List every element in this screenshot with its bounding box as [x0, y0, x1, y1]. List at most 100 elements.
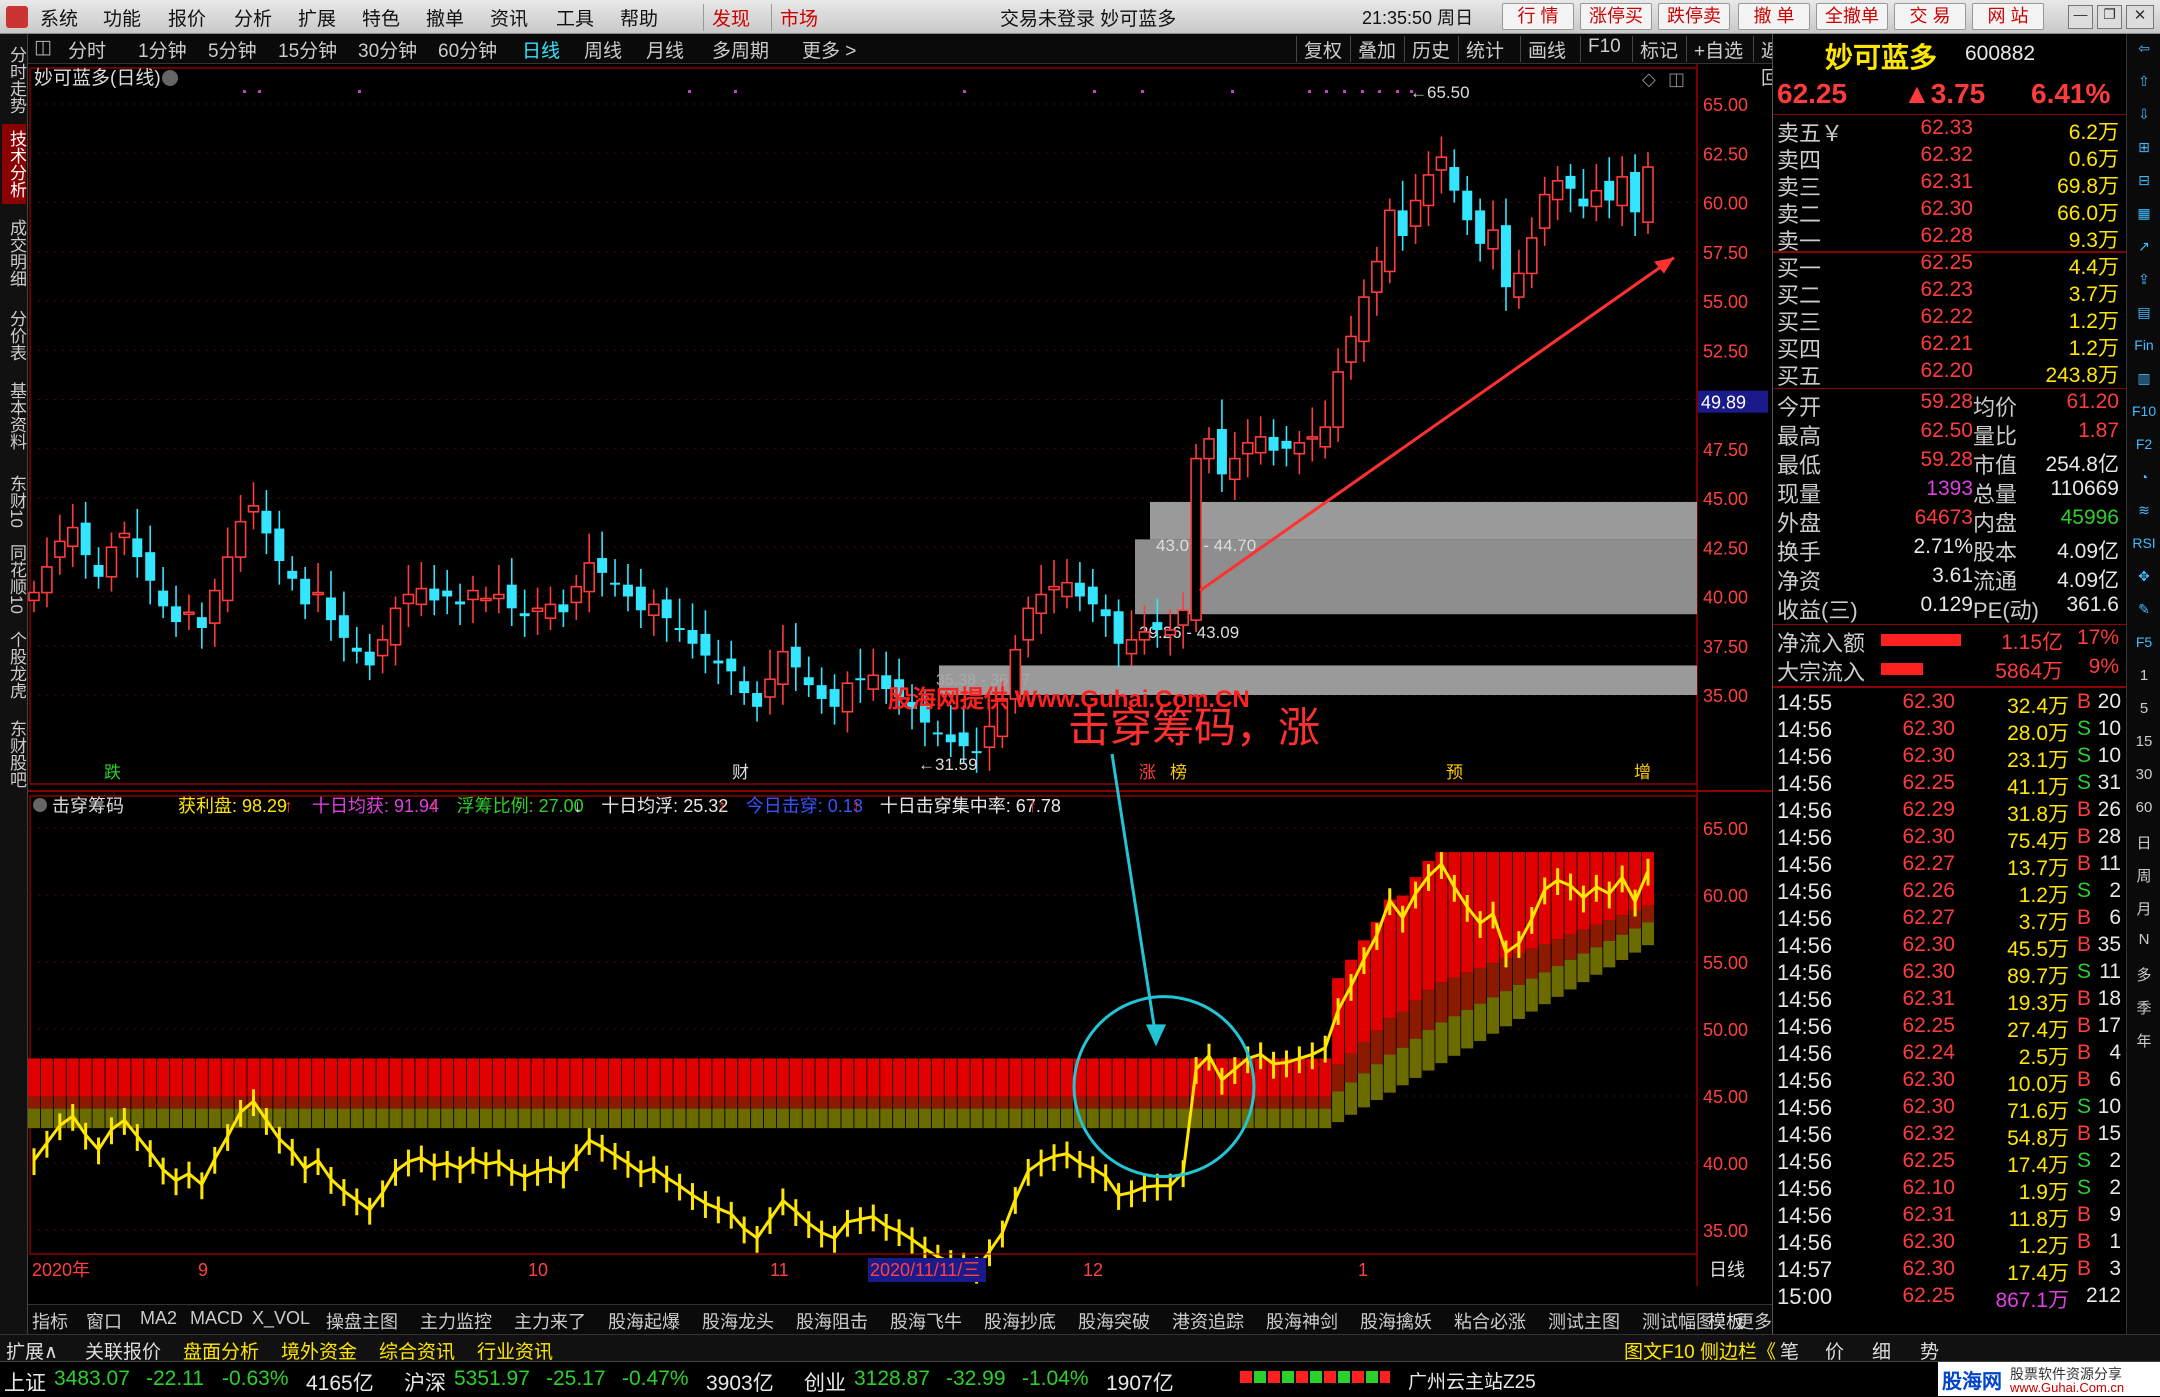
indicator-tab[interactable]: 股海抄底 [984, 1308, 1056, 1334]
side-tool-icon[interactable]: 5 [2132, 700, 2156, 724]
indicator-tab[interactable]: 股海龙头 [702, 1308, 774, 1334]
menu-item[interactable]: 功能 [103, 4, 141, 31]
indicator-tab[interactable]: 股海擒妖 [1360, 1308, 1432, 1334]
status-right-tab[interactable]: 细 [1872, 1337, 1891, 1364]
side-tool-icon[interactable]: ▥ [2132, 370, 2156, 394]
side-tool-icon[interactable]: N [2132, 931, 2156, 955]
trade-button[interactable]: 全撤单 [1816, 3, 1888, 30]
status-tab[interactable]: 行业资讯 [477, 1337, 553, 1364]
index-name[interactable]: 上证 [4, 1367, 46, 1397]
event-marker[interactable]: 预 [1446, 763, 1463, 782]
left-nav-tab[interactable]: 东财10 [2, 466, 26, 536]
tool-button[interactable]: 标记 [1640, 36, 1678, 63]
indicator-tab[interactable]: 主力监控 [420, 1308, 492, 1334]
event-marker[interactable]: 增 [1634, 763, 1651, 782]
side-tool-icon[interactable]: ⇩ [2132, 106, 2156, 130]
menu-item[interactable]: 特色 [362, 4, 400, 31]
left-nav-tab[interactable]: 分价表 [2, 304, 26, 366]
left-nav-tab[interactable]: 基本资料 [2, 374, 26, 458]
side-tool-icon[interactable]: ◔ [2132, 469, 2156, 493]
menu-item[interactable]: 报价 [168, 4, 206, 31]
indicator-tab[interactable]: 操盘主图 [326, 1308, 398, 1334]
trade-button[interactable]: 网 站 [1972, 3, 2044, 30]
side-tool-icon[interactable]: 月 [2132, 898, 2156, 922]
index-name[interactable]: 创业 [804, 1367, 846, 1397]
event-marker[interactable]: 财 [732, 763, 749, 782]
left-nav-tab[interactable]: 东财股吧 [2, 714, 26, 794]
indicator-tab[interactable]: 股海飞牛 [890, 1308, 962, 1334]
menu-item[interactable]: 分析 [234, 4, 272, 31]
side-tool-icon[interactable]: ✎ [2132, 601, 2156, 625]
minimize-button[interactable]: — [2068, 5, 2093, 29]
side-tool-icon[interactable]: F10 [2132, 403, 2156, 427]
side-tool-icon[interactable]: ⊟ [2132, 172, 2156, 196]
side-tool-icon[interactable]: ✥ [2132, 568, 2156, 592]
tool-button[interactable]: F10 [1588, 36, 1621, 58]
side-tool-icon[interactable]: F5 [2132, 634, 2156, 658]
indicator-tab[interactable]: 测试幅图 [1642, 1308, 1714, 1334]
indicator-tab[interactable]: 窗口 [86, 1308, 122, 1334]
event-marker[interactable]: 涨 [1139, 763, 1156, 782]
period-tab[interactable]: 5分钟 [208, 36, 257, 63]
indicator-settings-icon[interactable] [33, 798, 47, 812]
period-tab[interactable]: 多周期 [712, 36, 769, 63]
tool-button[interactable]: 统计 [1466, 36, 1504, 63]
indicator-tab[interactable]: 指标 [32, 1308, 68, 1334]
restore-button[interactable]: ❐ [2097, 5, 2122, 29]
indicator-tab[interactable]: 主力来了 [514, 1308, 586, 1334]
template-button[interactable]: 模板 [1708, 1308, 1744, 1334]
menu-item[interactable]: 资讯 [490, 4, 528, 31]
side-tool-icon[interactable]: ⊞ [2132, 139, 2156, 163]
period-tab[interactable]: 15分钟 [278, 36, 337, 63]
chart-maximize-icon[interactable]: ◫ [1668, 69, 1685, 89]
menu-item[interactable]: 扩展 [298, 4, 336, 31]
status-right-tab[interactable]: 图文F10 [1624, 1337, 1695, 1364]
trade-button[interactable]: 涨停买 [1580, 3, 1652, 30]
status-right-tab[interactable]: 笔 [1780, 1337, 1799, 1364]
indicator-tab[interactable]: 股海起爆 [608, 1308, 680, 1334]
side-tool-icon[interactable]: ⇧ [2132, 73, 2156, 97]
period-tab[interactable]: 30分钟 [358, 36, 417, 63]
side-tool-icon[interactable]: ≋ [2132, 502, 2156, 526]
tool-button[interactable]: +自选 [1694, 36, 1743, 63]
menu-item-highlight[interactable]: 发现 [703, 4, 750, 31]
period-tab[interactable]: 1分钟 [138, 36, 187, 63]
left-nav-tab[interactable]: 个股龙虎 [2, 624, 26, 706]
side-tool-icon[interactable]: 30 [2132, 766, 2156, 790]
tool-button[interactable]: 画线 [1528, 36, 1566, 63]
trade-button[interactable]: 撤 单 [1738, 3, 1810, 30]
menu-item[interactable]: 撤单 [426, 4, 464, 31]
status-tab[interactable]: 扩展∧ [6, 1337, 58, 1364]
indicator-tab[interactable]: 股海突破 [1078, 1308, 1150, 1334]
side-tool-icon[interactable]: 季 [2132, 997, 2156, 1021]
side-tool-icon[interactable]: 60 [2132, 799, 2156, 823]
status-right-tab[interactable]: 侧边栏《 [1700, 1337, 1776, 1364]
index-name[interactable]: 沪深 [404, 1367, 446, 1397]
period-tab[interactable]: 分时 [68, 36, 106, 63]
status-right-tab[interactable]: 势 [1920, 1337, 1939, 1364]
indicator-tab[interactable]: 港资追踪 [1172, 1308, 1244, 1334]
chart-option-icon[interactable]: ◇ [1642, 69, 1656, 89]
trade-button[interactable]: 行 情 [1502, 3, 1574, 30]
tool-button[interactable]: 历史 [1412, 36, 1450, 63]
side-tool-icon[interactable]: 年 [2132, 1030, 2156, 1054]
left-nav-tab[interactable]: 技术分析 [2, 124, 26, 204]
indicator-tab[interactable]: MA2 [140, 1308, 177, 1329]
period-tab[interactable]: 60分钟 [438, 36, 497, 63]
indicator-tab[interactable]: 股海神剑 [1266, 1308, 1338, 1334]
side-tool-icon[interactable]: ▦ [2132, 205, 2156, 229]
period-tab[interactable]: 月线 [646, 36, 684, 63]
period-tab[interactable]: 更多 > [802, 36, 856, 63]
menu-item[interactable]: 工具 [556, 4, 594, 31]
indicator-tab[interactable]: 粘合必涨 [1454, 1308, 1526, 1334]
close-button[interactable]: ✕ [2126, 5, 2154, 29]
left-nav-tab[interactable]: 同花顺10 [2, 544, 26, 614]
indicator-tab[interactable]: X_VOL [252, 1308, 310, 1329]
side-tool-icon[interactable]: ⇦ [2132, 40, 2156, 64]
side-tool-icon[interactable]: RSI [2132, 535, 2156, 559]
indicator-tab[interactable]: 股海阻击 [796, 1308, 868, 1334]
period-tab[interactable]: 日线 [522, 36, 560, 63]
trade-button[interactable]: 跌停卖 [1658, 3, 1730, 30]
indicator-tab[interactable]: 测试主图 [1548, 1308, 1620, 1334]
menu-item-highlight[interactable]: 市场 [771, 4, 818, 31]
